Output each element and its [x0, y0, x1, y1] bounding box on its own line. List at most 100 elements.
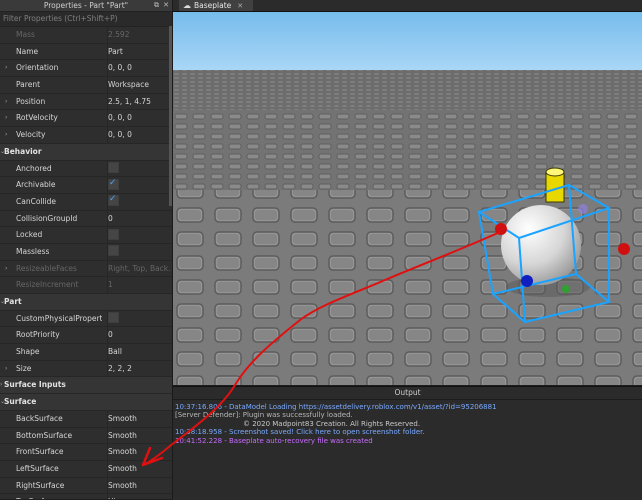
property-name: Shape [16, 347, 40, 357]
property-row[interactable]: ResizeIncrement 1 [0, 277, 172, 294]
checkbox-checked[interactable] [108, 194, 119, 208]
property-value[interactable]: Smooth [107, 444, 170, 460]
close-icon[interactable]: ✕ [163, 0, 169, 11]
property-row[interactable]: Mass 2.592 [0, 27, 172, 44]
property-value[interactable]: 1 [107, 277, 170, 294]
log-line[interactable]: 10:37:16.806 - DataModel Loading https:/… [173, 403, 642, 411]
chevron-right-icon[interactable]: › [0, 377, 2, 393]
move-handle-green[interactable] [562, 285, 570, 293]
chevron-right-icon[interactable]: › [5, 127, 7, 143]
property-value[interactable]: 0, 0, 0 [107, 60, 170, 77]
property-name: CollisionGroupId [16, 213, 78, 223]
property-value[interactable]: Workspace [107, 77, 170, 93]
property-checkbox[interactable] [107, 160, 170, 177]
checkbox-unchecked[interactable] [108, 245, 119, 257]
move-handle-blue-back[interactable] [578, 204, 588, 214]
property-row[interactable]: Archivable [0, 177, 172, 194]
property-row[interactable]: BackSurface Smooth [0, 410, 172, 428]
log-line[interactable]: 10:38:18.958 - Screenshot saved! Click h… [173, 428, 642, 436]
property-name: BackSurface [16, 413, 63, 423]
property-name: RootPriority [16, 330, 60, 340]
checkbox-unchecked[interactable] [108, 162, 119, 173]
property-row[interactable]: › RotVelocity 0, 0, 0 [0, 110, 172, 128]
move-handle-blue[interactable] [521, 275, 533, 287]
ball-part[interactable] [501, 205, 581, 285]
property-row[interactable]: FrontSurface Smooth [0, 444, 172, 461]
property-value[interactable]: Smooth [107, 410, 170, 427]
property-value[interactable]: Part [107, 43, 170, 60]
property-value[interactable]: Smooth [107, 460, 170, 477]
property-row[interactable]: Locked [0, 227, 172, 244]
property-row[interactable]: › Position 2.5, 1, 4.75 [0, 93, 172, 111]
property-row[interactable]: CanCollide [0, 193, 172, 211]
property-row[interactable]: Anchored [0, 160, 172, 178]
filter-properties-input[interactable]: Filter Properties (Ctrl+Shift+P) [0, 12, 172, 27]
category-row[interactable]: ⌄ Part [0, 294, 172, 311]
output-title: Output [173, 387, 642, 400]
property-row[interactable]: › Orientation 0, 0, 0 [0, 60, 172, 78]
property-name: BottomSurface [16, 430, 73, 440]
properties-panel: Properties - Part "Part" ⧉ ✕ Filter Prop… [0, 0, 173, 499]
category-row[interactable]: ⌄ Behavior [0, 143, 172, 161]
pin-icon[interactable]: ⧉ [154, 0, 159, 11]
property-value[interactable]: 0, 0, 0 [107, 110, 170, 127]
checkbox-unchecked[interactable] [108, 228, 119, 240]
property-value[interactable]: 0, 0, 0 [107, 127, 170, 143]
chevron-right-icon[interactable]: › [5, 94, 7, 110]
property-row[interactable]: BottomSurface Smooth [0, 427, 172, 445]
property-value[interactable]: Hinge [107, 494, 170, 499]
tab-close-icon[interactable]: ✕ [237, 2, 243, 10]
property-value[interactable]: 0 [107, 210, 170, 227]
properties-title: Properties - Part "Part" [43, 1, 129, 10]
property-value[interactable]: 2, 2, 2 [107, 360, 170, 377]
property-row[interactable]: › Velocity 0, 0, 0 [0, 127, 172, 144]
property-row[interactable]: Shape Ball [0, 344, 172, 361]
property-row[interactable]: › Size 2, 2, 2 [0, 360, 172, 378]
property-name: Mass [16, 30, 35, 39]
property-checkbox[interactable] [107, 193, 170, 210]
property-checkbox[interactable] [107, 310, 170, 327]
property-name: CustomPhysicalProperties [16, 313, 102, 323]
property-row[interactable]: TopSurface Hinge [0, 494, 172, 499]
tab-baseplate[interactable]: ☁ Baseplate ✕ [179, 0, 254, 11]
output-panel: Output 10:37:16.806 - DataModel Loading … [173, 386, 642, 500]
property-name: ResizeIncrement [16, 280, 79, 290]
property-value[interactable]: Ball [107, 344, 170, 360]
property-name: Locked [16, 230, 43, 240]
property-value[interactable]: 0 [107, 327, 170, 344]
property-value[interactable]: 2.5, 1, 4.75 [107, 93, 170, 110]
properties-scrollbar[interactable] [169, 26, 172, 206]
property-name: Parent [16, 80, 41, 90]
chevron-right-icon[interactable]: › [5, 60, 7, 76]
property-checkbox[interactable] [107, 177, 170, 193]
log-line[interactable]: 10:41:52.228 - Baseplate auto-recovery f… [173, 437, 642, 445]
checkbox-unchecked[interactable] [108, 312, 119, 324]
property-row[interactable]: LeftSurface Smooth [0, 460, 172, 478]
chevron-right-icon[interactable]: › [5, 110, 7, 126]
category-row[interactable]: › Surface Inputs [0, 377, 172, 395]
property-row[interactable]: › ResizeableFaces Right, Top, Back... [0, 260, 172, 278]
log-line[interactable]: [Server Defender]: Plugin was successful… [173, 411, 642, 419]
property-row[interactable]: RightSurface Smooth [0, 477, 172, 495]
property-checkbox[interactable] [107, 227, 170, 243]
checkbox-checked[interactable] [108, 177, 119, 191]
move-handle-red[interactable] [495, 223, 507, 235]
property-row[interactable]: RootPriority 0 [0, 327, 172, 345]
property-row[interactable]: CustomPhysicalProperties [0, 310, 172, 328]
category-row[interactable]: ⌄ Surface [0, 394, 172, 411]
property-checkbox[interactable] [107, 243, 170, 260]
property-row[interactable]: Massless [0, 243, 172, 261]
property-value[interactable]: Smooth [107, 477, 170, 494]
property-row[interactable]: CollisionGroupId 0 [0, 210, 172, 228]
chevron-right-icon[interactable]: › [5, 361, 7, 377]
property-name: LeftSurface [16, 463, 59, 473]
3d-viewport[interactable] [173, 12, 642, 385]
log-line[interactable]: © 2020 Madpoint83 Creation. All Rights R… [173, 420, 642, 428]
property-row[interactable]: Name Part [0, 43, 172, 61]
move-handle-red-right[interactable] [618, 243, 630, 255]
property-value[interactable]: Smooth [107, 427, 170, 444]
property-value[interactable]: 2.592 [107, 27, 170, 43]
property-row[interactable]: Parent Workspace [0, 77, 172, 94]
property-value[interactable]: Right, Top, Back... [107, 260, 170, 277]
chevron-right-icon[interactable]: › [5, 261, 7, 277]
